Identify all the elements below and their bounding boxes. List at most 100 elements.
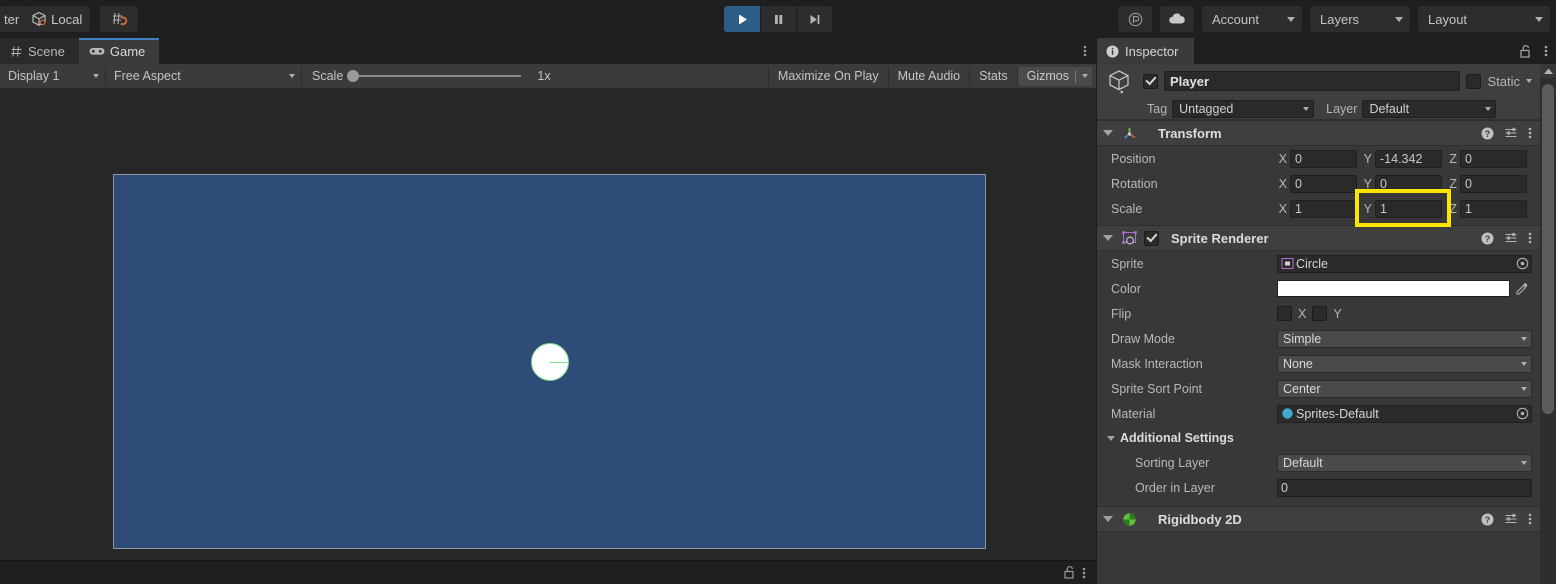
handle-space-button[interactable]: Local bbox=[25, 6, 91, 32]
sprite-renderer-foldout-icon[interactable] bbox=[1103, 235, 1113, 241]
play-button[interactable] bbox=[724, 6, 760, 32]
tag-dropdown[interactable]: Untagged bbox=[1172, 100, 1315, 118]
chevron-down-icon[interactable] bbox=[1082, 74, 1088, 78]
static-chevron-down-icon[interactable] bbox=[1526, 79, 1532, 83]
layers-dropdown[interactable]: Layers bbox=[1310, 6, 1410, 32]
chevron-down-icon bbox=[1395, 16, 1403, 22]
scale-z-input[interactable]: 1 bbox=[1460, 199, 1527, 218]
scale-y-input[interactable]: 1 bbox=[1375, 199, 1442, 218]
rotation-y-input[interactable]: 0 bbox=[1375, 174, 1442, 193]
pivot-mode-label: ter bbox=[4, 11, 20, 27]
scrollbar-track[interactable] bbox=[1542, 78, 1554, 584]
gizmos-button[interactable]: Gizmos bbox=[1016, 66, 1092, 86]
flip-x-checkbox[interactable] bbox=[1277, 306, 1292, 321]
help-icon[interactable]: ? bbox=[1481, 127, 1494, 140]
preset-icon[interactable] bbox=[1504, 231, 1518, 245]
draw-mode-label: Draw Mode bbox=[1111, 331, 1175, 346]
inspector-tabbar-filler bbox=[1194, 38, 1514, 64]
sprite-object-field[interactable]: Circle bbox=[1277, 254, 1532, 273]
preset-icon[interactable] bbox=[1504, 512, 1518, 526]
material-object-value-group: Sprites-Default bbox=[1281, 407, 1379, 421]
game-render-area[interactable] bbox=[0, 89, 1096, 560]
inspector-scrollbar[interactable] bbox=[1540, 64, 1556, 584]
transform-kebab-icon[interactable] bbox=[1528, 126, 1532, 140]
position-x-input[interactable]: 0 bbox=[1290, 149, 1357, 168]
additional-settings-foldout[interactable]: Additional Settings bbox=[1097, 426, 1540, 450]
help-icon[interactable]: ? bbox=[1481, 513, 1494, 526]
scale-slider-group[interactable]: Scale bbox=[302, 67, 527, 86]
mask-interaction-dropdown[interactable]: None bbox=[1277, 354, 1532, 373]
gameobject-name-input[interactable]: Player bbox=[1164, 71, 1461, 91]
sorting-layer-dropdown[interactable]: Default bbox=[1277, 453, 1532, 472]
grid-snap-icon[interactable] bbox=[100, 6, 139, 32]
pivot-mode-button[interactable]: ter bbox=[0, 6, 26, 32]
sprite-renderer-enabled-checkbox[interactable] bbox=[1144, 230, 1159, 246]
axis-y-label: Y bbox=[1363, 201, 1372, 216]
game-panel-kebab-icon[interactable] bbox=[1074, 38, 1096, 64]
account-dropdown[interactable]: Account bbox=[1202, 6, 1302, 32]
layer-dropdown[interactable]: Default bbox=[1362, 100, 1497, 118]
axis-x-label: X bbox=[1278, 176, 1287, 191]
color-label: Color bbox=[1111, 281, 1141, 296]
color-swatch[interactable] bbox=[1277, 280, 1510, 297]
gameobject-header: Player Static Tag Untagged Layer Default bbox=[1097, 64, 1540, 120]
eyedropper-icon[interactable] bbox=[1512, 280, 1532, 298]
plastic-scm-icon[interactable] bbox=[1118, 6, 1152, 32]
aspect-dropdown[interactable]: Free Aspect bbox=[106, 66, 302, 86]
cloud-icon[interactable] bbox=[1160, 6, 1194, 32]
tab-inspector[interactable]: Inspector bbox=[1097, 38, 1195, 64]
rigidbody2d-title: Rigidbody 2D bbox=[1158, 511, 1242, 527]
info-icon bbox=[1106, 45, 1119, 58]
game-statusbar-kebab-icon[interactable] bbox=[1082, 566, 1086, 580]
scale-x-input[interactable]: 1 bbox=[1290, 199, 1357, 218]
gameobject-enabled-checkbox[interactable] bbox=[1143, 73, 1158, 89]
mute-audio-button[interactable]: Mute Audio bbox=[887, 66, 970, 86]
rigidbody2d-component-header[interactable]: Rigidbody 2D ? bbox=[1097, 506, 1540, 532]
order-in-layer-row: Order in Layer 0 bbox=[1097, 475, 1540, 500]
sprite-renderer-kebab-icon[interactable] bbox=[1528, 231, 1532, 245]
flip-y-checkbox[interactable] bbox=[1312, 306, 1328, 321]
material-value: Sprites-Default bbox=[1296, 406, 1379, 421]
material-object-field[interactable]: Sprites-Default bbox=[1277, 404, 1532, 423]
preset-icon[interactable] bbox=[1504, 126, 1518, 140]
scale-slider-handle[interactable] bbox=[347, 70, 360, 82]
sprite-sort-point-dropdown[interactable]: Center bbox=[1277, 379, 1532, 398]
additional-settings-foldout-icon[interactable] bbox=[1107, 435, 1115, 441]
handle-space-label: Local bbox=[51, 11, 83, 27]
axis-x-label: X bbox=[1278, 201, 1287, 216]
display-dropdown[interactable]: Display 1 bbox=[0, 66, 106, 86]
inspector-kebab-icon[interactable] bbox=[1536, 38, 1556, 64]
rigidbody2d-kebab-icon[interactable] bbox=[1528, 512, 1532, 526]
tab-scene[interactable]: Scene bbox=[0, 38, 79, 64]
inspector-panel: Inspector Player Static Tag Untagged Lay… bbox=[1096, 38, 1556, 584]
scroll-up-arrow-icon[interactable] bbox=[1540, 64, 1556, 78]
static-checkbox[interactable] bbox=[1466, 73, 1482, 89]
order-in-layer-input[interactable]: 0 bbox=[1277, 478, 1532, 497]
help-icon[interactable]: ? bbox=[1481, 232, 1494, 245]
rotation-x-input[interactable]: 0 bbox=[1290, 174, 1357, 193]
lock-open-icon[interactable] bbox=[1063, 565, 1076, 580]
transform-component-header[interactable]: Transform ? bbox=[1097, 120, 1540, 146]
stats-button[interactable]: Stats bbox=[969, 66, 1017, 86]
tab-game[interactable]: Game bbox=[78, 38, 160, 64]
sprite-sort-point-row: Sprite Sort Point Center bbox=[1097, 376, 1540, 401]
transform-foldout-icon[interactable] bbox=[1103, 130, 1113, 136]
scale-slider[interactable] bbox=[347, 70, 521, 82]
object-picker-icon[interactable] bbox=[1514, 406, 1531, 422]
scrollbar-thumb[interactable] bbox=[1542, 84, 1554, 414]
pause-button[interactable] bbox=[760, 6, 796, 32]
inspector-lock-open-icon[interactable] bbox=[1514, 38, 1536, 64]
draw-mode-dropdown[interactable]: Simple bbox=[1277, 329, 1532, 348]
rotation-z-input[interactable]: 0 bbox=[1460, 174, 1527, 193]
game-canvas[interactable] bbox=[113, 174, 986, 549]
object-picker-icon[interactable] bbox=[1514, 256, 1531, 272]
axis-x-label: X bbox=[1278, 151, 1287, 166]
step-button[interactable] bbox=[796, 6, 832, 32]
tab-game-label: Game bbox=[109, 43, 146, 59]
position-y-input[interactable]: -14.342 bbox=[1375, 149, 1442, 168]
position-z-input[interactable]: 0 bbox=[1460, 149, 1527, 168]
sprite-renderer-component-header[interactable]: Sprite Renderer ? bbox=[1097, 225, 1540, 251]
layout-dropdown[interactable]: Layout bbox=[1418, 6, 1550, 32]
rigidbody2d-foldout-icon[interactable] bbox=[1103, 516, 1113, 522]
maximize-on-play-button[interactable]: Maximize On Play bbox=[767, 66, 888, 86]
